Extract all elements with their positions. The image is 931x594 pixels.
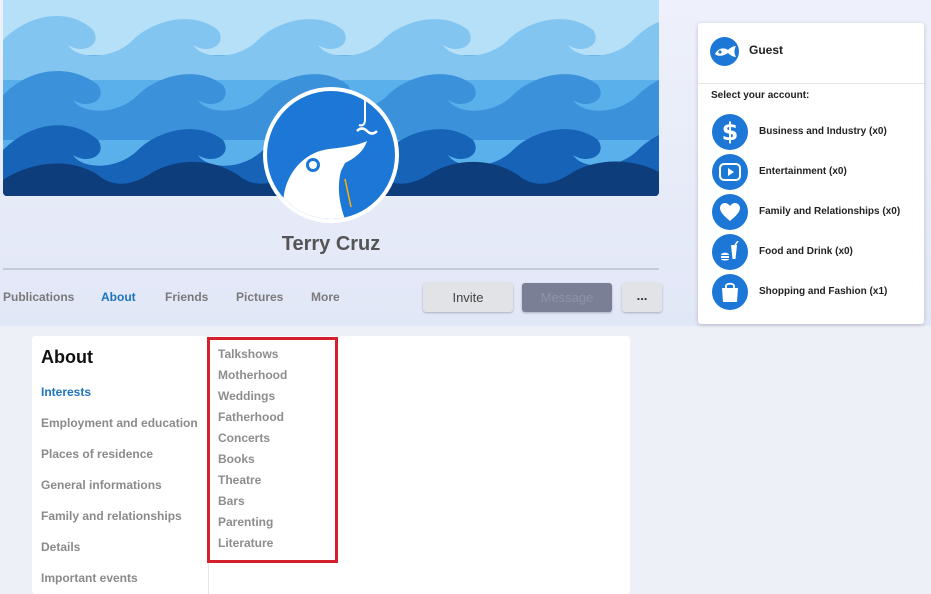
account-option-label: Food and Drink (x0) (759, 246, 853, 257)
about-heading: About (41, 347, 93, 367)
account-panel: Guest Select your account: $ Business an… (698, 23, 924, 324)
account-option-label: Business and Industry (x0) (759, 126, 887, 137)
heart-icon (712, 194, 748, 230)
tab-more[interactable]: More (311, 290, 340, 304)
tab-about[interactable]: About (101, 290, 136, 304)
account-option-business[interactable]: $ Business and Industry (x0) (712, 114, 922, 152)
profile-avatar[interactable] (263, 87, 399, 223)
shopping-bag-icon (712, 274, 748, 310)
about-nav-employment[interactable]: Employment and education (41, 416, 198, 430)
account-user-name: Guest (749, 43, 784, 57)
account-option-shopping[interactable]: Shopping and Fashion (x1) (712, 274, 922, 312)
tab-pictures[interactable]: Pictures (236, 290, 283, 304)
account-select-prompt: Select your account: (711, 90, 810, 101)
fish-logo-icon (710, 37, 739, 66)
divider (3, 268, 659, 270)
about-nav-events[interactable]: Important events (41, 571, 138, 585)
tab-publications[interactable]: Publications (3, 290, 74, 304)
about-nav-interests[interactable]: Interests (41, 385, 91, 399)
fish-logo-icon (267, 91, 395, 219)
about-nav-residence[interactable]: Places of residence (41, 447, 153, 461)
fast-food-icon (712, 234, 748, 270)
account-option-entertainment[interactable]: Entertainment (x0) (712, 154, 922, 192)
account-option-food[interactable]: Food and Drink (x0) (712, 234, 922, 272)
interests-highlight-box (207, 337, 338, 563)
dollar-icon: $ (712, 114, 748, 150)
account-header: Guest (698, 23, 924, 84)
account-option-label: Family and Relationships (x0) (759, 206, 901, 217)
account-option-label: Shopping and Fashion (x1) (759, 286, 888, 297)
about-nav-family[interactable]: Family and relationships (41, 509, 182, 523)
about-nav-general[interactable]: General informations (41, 478, 162, 492)
profile-name: Terry Cruz (281, 233, 381, 255)
about-nav-details[interactable]: Details (41, 540, 80, 554)
video-play-icon (712, 154, 748, 190)
invite-button[interactable]: Invite (423, 283, 513, 312)
more-options-button[interactable]: ... (622, 283, 662, 312)
tab-friends[interactable]: Friends (165, 290, 208, 304)
message-button[interactable]: Message (522, 283, 612, 312)
account-option-family[interactable]: Family and Relationships (x0) (712, 194, 922, 232)
account-option-label: Entertainment (x0) (759, 166, 847, 177)
